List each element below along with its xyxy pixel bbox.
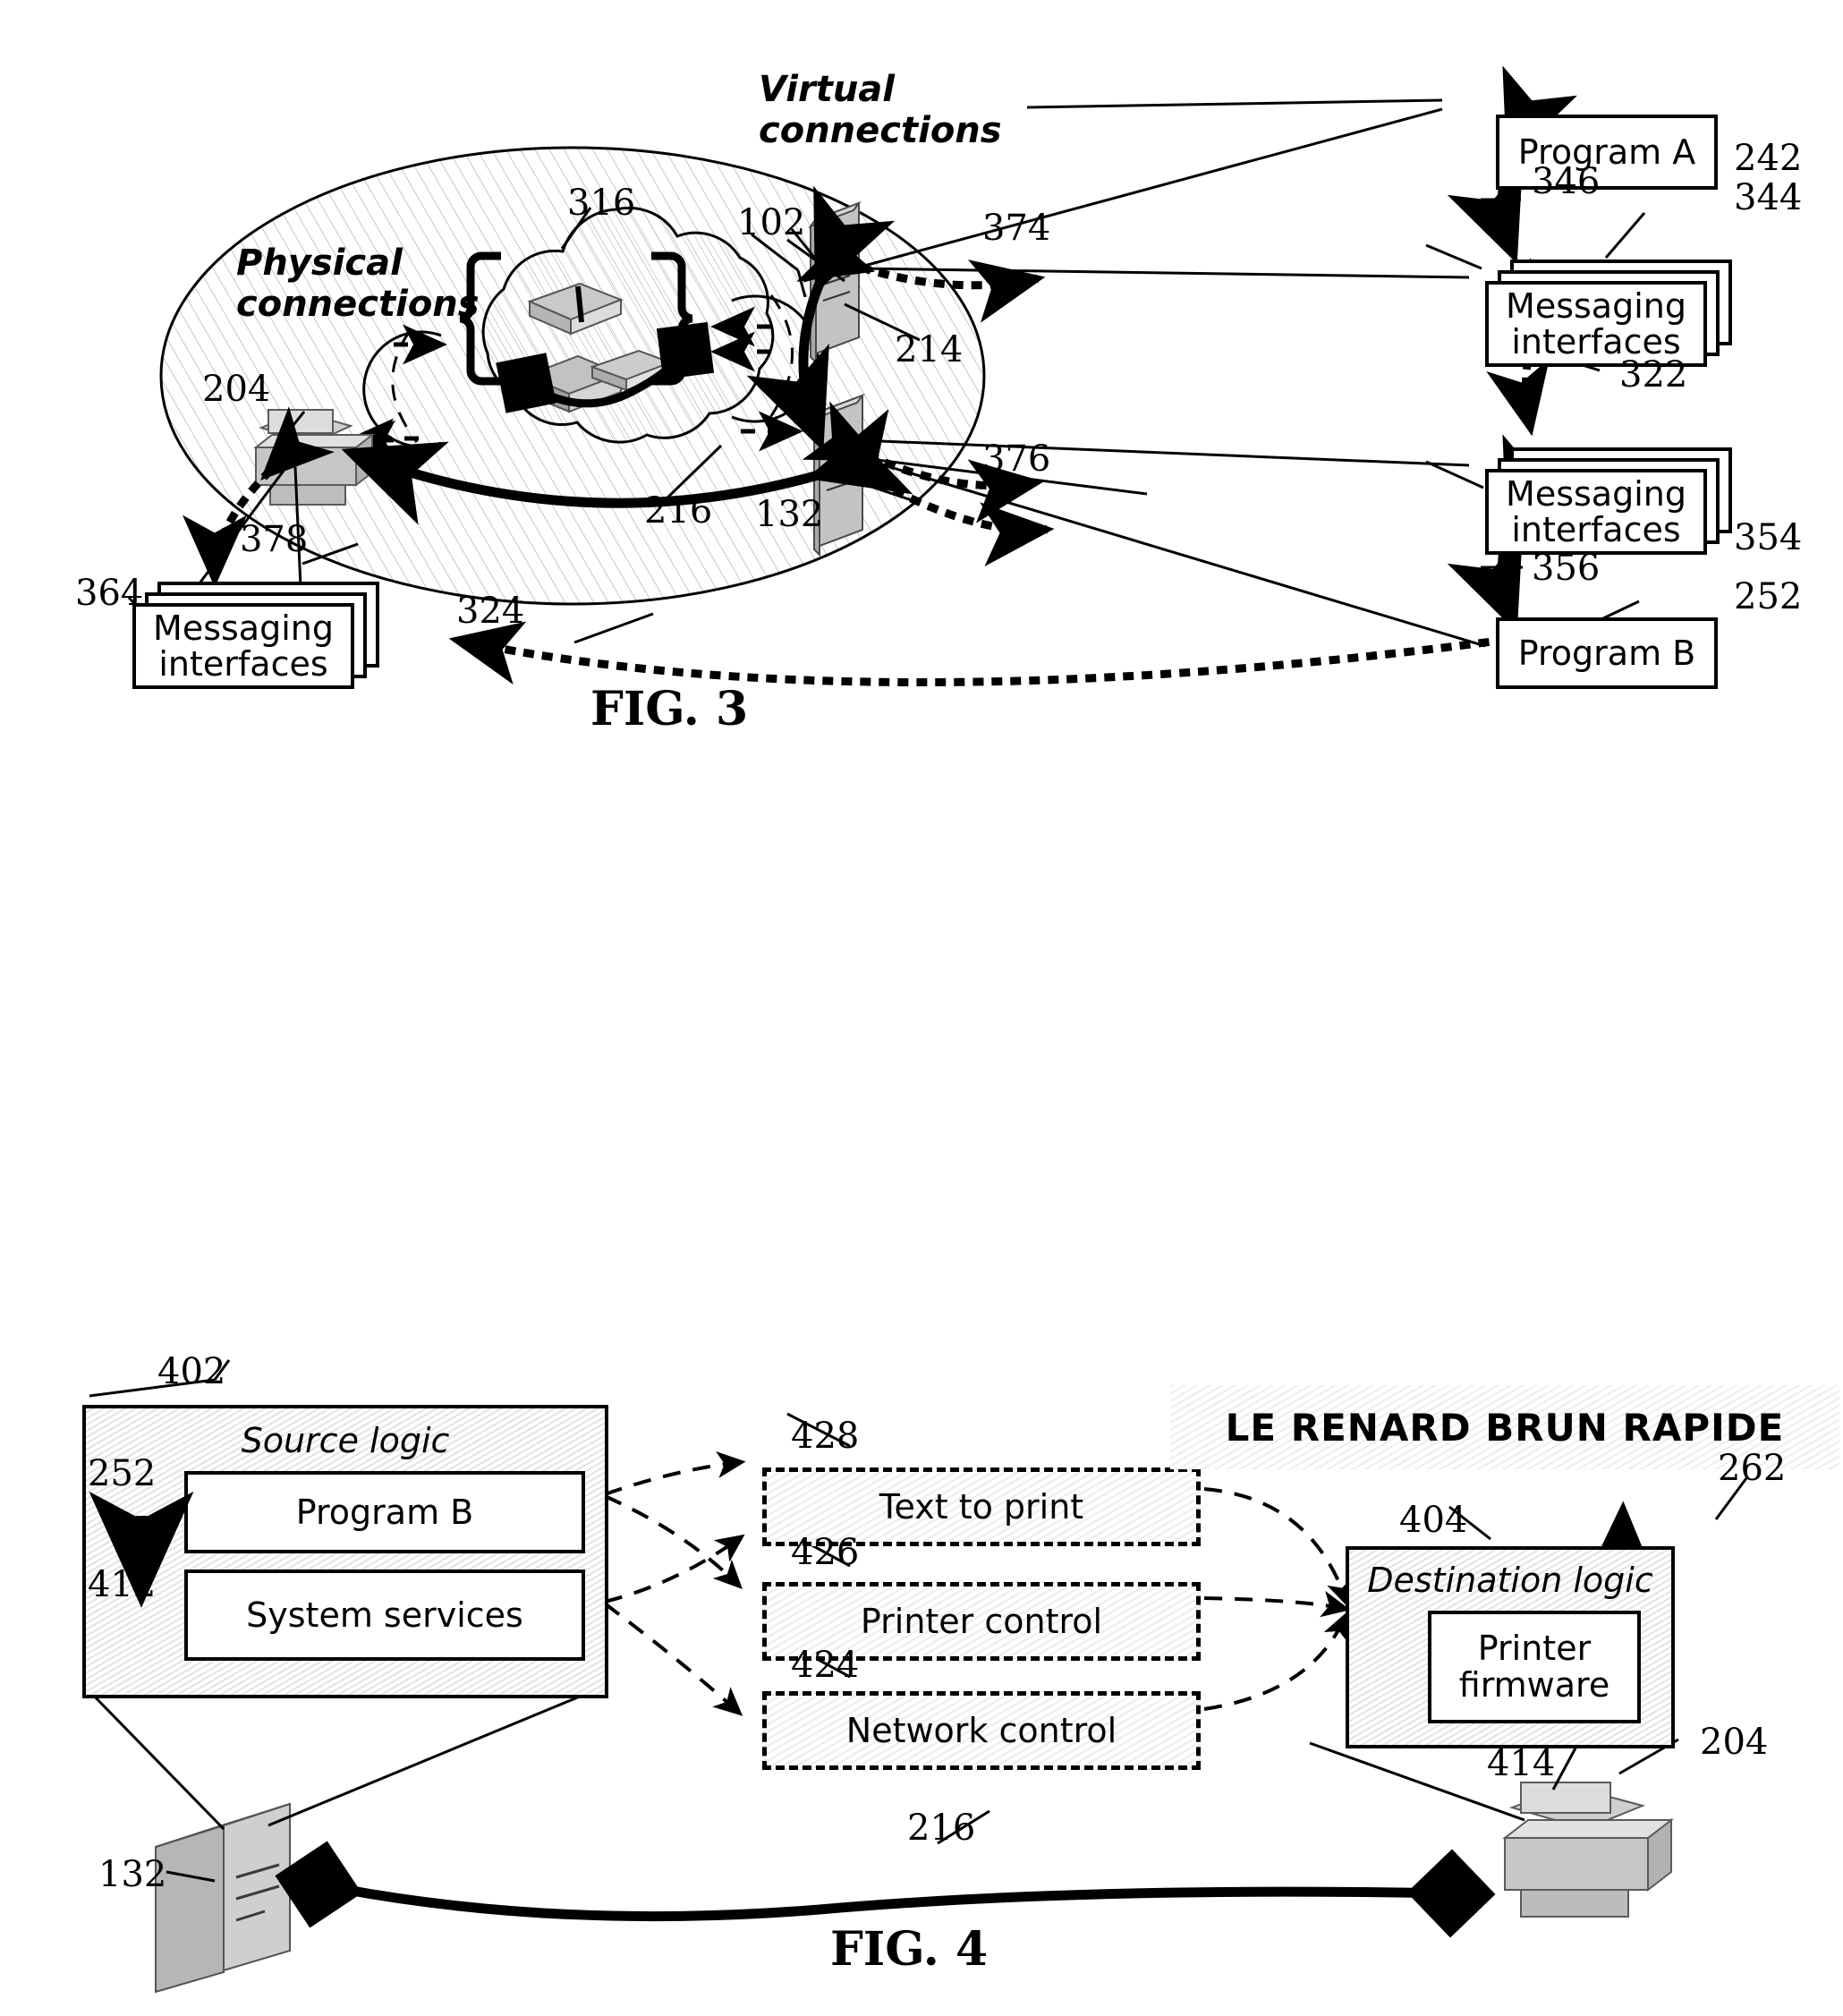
printer-firmware-label-1: Printer [1477, 1628, 1592, 1668]
destination-logic-label: Destination logic [1367, 1561, 1653, 1600]
ref-414: 414 [1487, 1743, 1556, 1784]
ref-252-fig4: 252 [88, 1453, 157, 1494]
fig4-caption: FIG. 4 [830, 1922, 989, 1977]
fig4-box-network-control: Network control [762, 1691, 1201, 1770]
ref-402: 402 [157, 1351, 226, 1392]
printer-control-label: Printer control [860, 1602, 1103, 1641]
ref-404: 404 [1399, 1500, 1468, 1541]
patent-figure-sheet: Program A Messaging interfaces Messaging… [0, 0, 1843, 2016]
fig4-source-logic-panel: Source logic Program B System services [82, 1405, 608, 1698]
ref-216-fig4: 216 [907, 1808, 976, 1849]
ref-424: 424 [791, 1645, 860, 1686]
text-to-print-label: Text to print [879, 1487, 1084, 1527]
ref-132-fig4: 132 [98, 1854, 167, 1895]
destination-printer-204-icon [1502, 1782, 1674, 1918]
ref-426: 426 [791, 1532, 860, 1573]
physical-link-216-fig4 [275, 1841, 1496, 1938]
ref-204-fig4: 204 [1700, 1722, 1769, 1763]
ref-412: 412 [88, 1564, 157, 1605]
fig4-box-printer-firmware: Printer firmware [1428, 1611, 1641, 1723]
ref-262: 262 [1718, 1448, 1787, 1489]
fig4-destination-logic-panel: Destination logic Printer firmware [1346, 1546, 1675, 1748]
ref-428: 428 [791, 1416, 860, 1457]
printer-firmware-label-2: firmware [1458, 1665, 1610, 1705]
network-control-label: Network control [845, 1711, 1117, 1750]
source-server-132-icon [155, 1802, 291, 1994]
printed-output-text: LE RENARD BRUN RAPIDE [1225, 1405, 1785, 1450]
source-internal-arrow [89, 1491, 194, 1608]
